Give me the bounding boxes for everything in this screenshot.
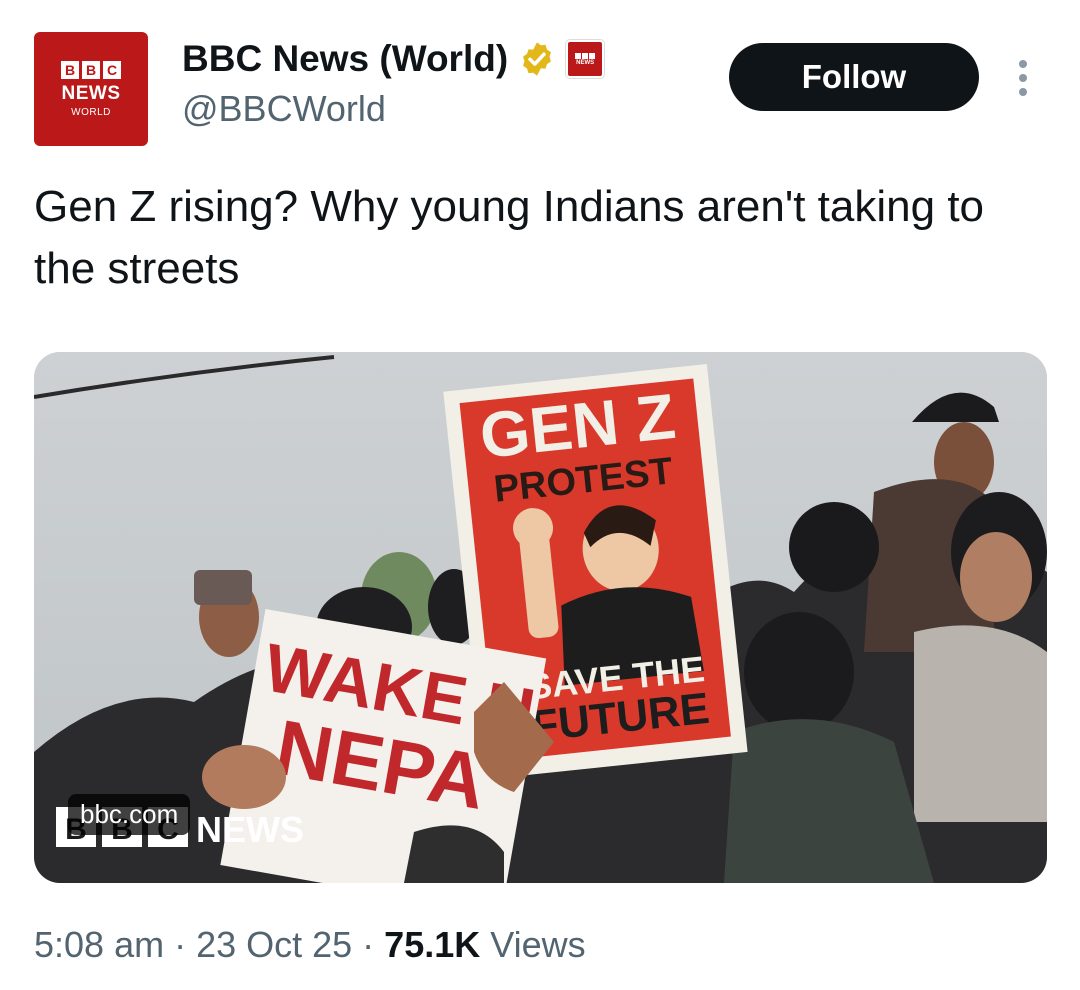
views-label: Views [480, 924, 586, 965]
handle[interactable]: @BBCWorld [182, 88, 386, 130]
follow-button[interactable]: Follow [729, 43, 979, 111]
bbc-block: B [61, 60, 79, 79]
meta-separator: · [164, 924, 197, 965]
avatar-world-text: WORLD [71, 106, 111, 118]
tweet-meta: 5:08 am · 23 Oct 25 · 75.1K Views [34, 924, 586, 966]
watermark-news: NEWS [196, 809, 304, 850]
views-count[interactable]: 75.1K [384, 924, 480, 965]
author-name-row: BBC News (World) NEWS [182, 38, 605, 80]
avatar[interactable]: B B C NEWS WORLD [34, 32, 148, 146]
avatar-news-text: NEWS [61, 82, 121, 104]
display-name[interactable]: BBC News (World) [182, 38, 508, 80]
link-domain-label[interactable]: bbc.com [68, 794, 191, 835]
meta-separator: · [352, 924, 385, 965]
verified-badge-icon[interactable] [518, 40, 556, 78]
tweet-text: Gen Z rising? Why young Indians aren't t… [34, 182, 985, 293]
more-vertical-icon[interactable] [1012, 60, 1034, 96]
bbc-logo: B B C [61, 60, 121, 79]
tweet-date[interactable]: 23 Oct 25 [196, 924, 352, 965]
bbc-block: C [103, 60, 121, 79]
bbc-block: B [82, 60, 100, 79]
bbc-affiliate-badge-icon[interactable]: NEWS [566, 40, 605, 78]
tweet-time[interactable]: 5:08 am [34, 924, 164, 965]
